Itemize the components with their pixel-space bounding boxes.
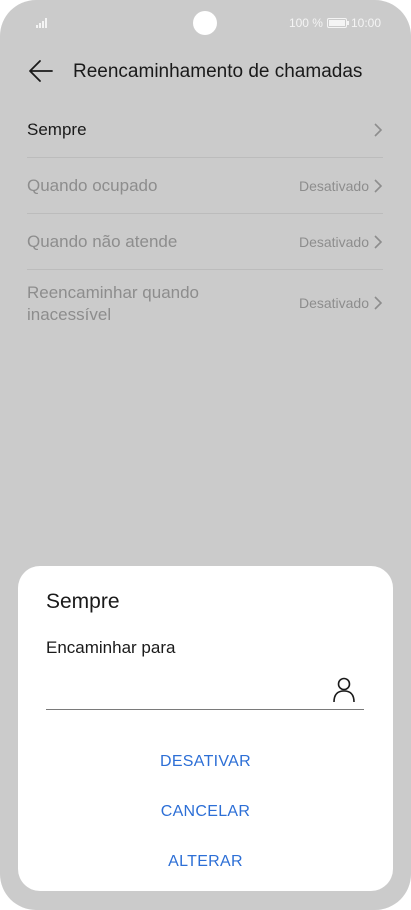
battery-icon xyxy=(326,18,349,28)
list-item-label: Quando ocupado xyxy=(27,176,158,195)
person-icon[interactable] xyxy=(332,677,356,703)
list-item-label: Sempre xyxy=(27,120,87,139)
list-item-value: Desativado xyxy=(298,233,369,250)
change-button[interactable]: ALTERAR xyxy=(18,844,393,880)
forward-always-dialog: Sempre Encaminhar para DESATIVAR CANCELA… xyxy=(18,566,393,891)
list-item-unreachable[interactable]: Reencaminhar quando inacessível Desativa… xyxy=(27,270,383,336)
list-item-when-busy[interactable]: Quando ocupado Desativado xyxy=(27,158,383,214)
list-item-value: Desativado xyxy=(298,295,369,311)
disable-button[interactable]: DESATIVAR xyxy=(18,744,393,780)
forward-to-label: Encaminhar para xyxy=(46,638,176,657)
list-item-always[interactable]: Sempre xyxy=(27,102,383,158)
chevron-right-icon xyxy=(374,122,383,137)
chevron-right-icon xyxy=(374,178,383,193)
list-item-label: Reencaminhar quando inacessível xyxy=(27,283,200,324)
battery-percent: 100 % xyxy=(288,16,323,30)
camera-cutout xyxy=(193,11,217,35)
dialog-title: Sempre xyxy=(46,590,120,613)
cancel-button[interactable]: CANCELAR xyxy=(18,794,393,830)
list-item-no-answer[interactable]: Quando não atende Desativado xyxy=(27,214,383,270)
status-right: 100 % 10:00 xyxy=(289,16,381,30)
arrow-left-icon[interactable] xyxy=(28,58,54,84)
chevron-right-icon xyxy=(374,234,383,249)
signal-icon xyxy=(36,18,47,28)
chevron-right-icon xyxy=(374,296,383,310)
clock: 10:00 xyxy=(350,16,381,30)
phone-screen: 100 % 10:00 Reencaminhamento de chamadas… xyxy=(0,0,411,910)
forward-number-input[interactable] xyxy=(46,674,364,710)
list-item-label: Quando não atende xyxy=(27,232,178,251)
forwarding-options-list: Sempre Quando ocupado Desativado Quando … xyxy=(27,102,383,336)
list-item-value: Desativado xyxy=(298,177,369,194)
status-bar: 100 % 10:00 xyxy=(0,0,411,48)
app-header: Reencaminhamento de chamadas xyxy=(0,52,411,92)
page-title: Reencaminhamento de chamadas xyxy=(73,61,363,82)
